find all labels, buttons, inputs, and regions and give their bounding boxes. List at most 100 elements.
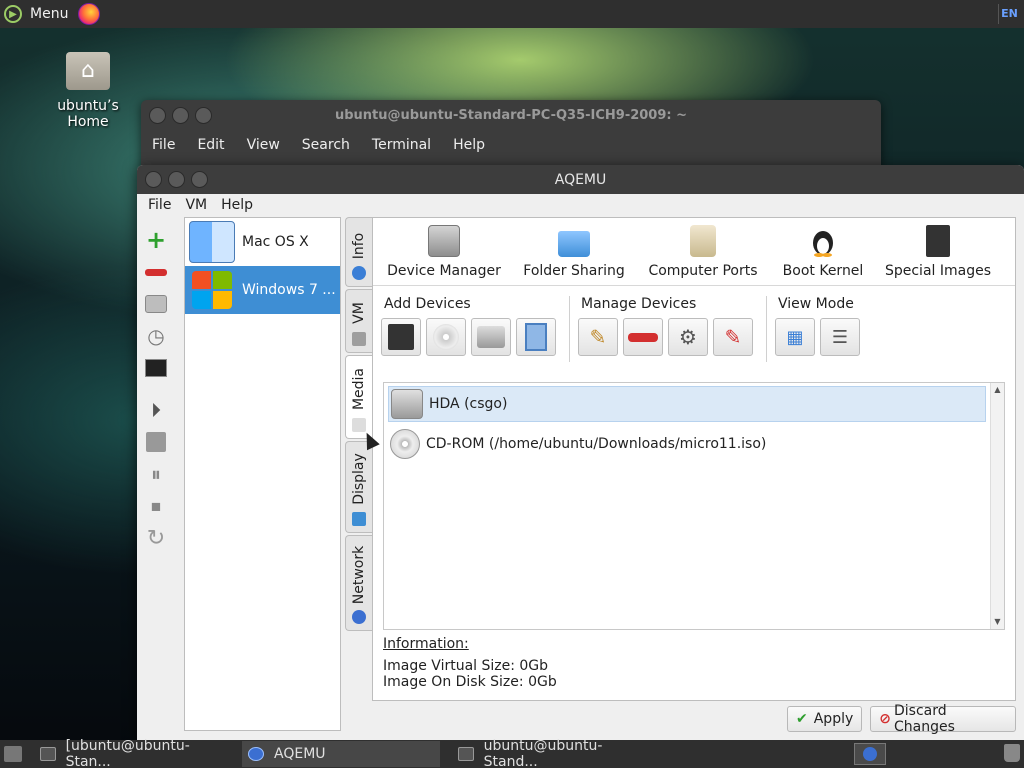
device-row-hda[interactable]: HDA (csgo) (388, 386, 986, 422)
icon-view-button[interactable]: ▦ (775, 318, 815, 356)
aqemu-close-button[interactable] (145, 171, 162, 188)
aqemu-menu-vm[interactable]: VM (185, 197, 207, 213)
edit-device-button[interactable]: ✎ (578, 318, 618, 356)
tab-info[interactable]: Info (345, 217, 372, 287)
terminal-menu-help[interactable]: Help (453, 137, 485, 153)
terminal-menu-terminal[interactable]: Terminal (372, 137, 431, 153)
tab-vm[interactable]: VM (345, 289, 372, 353)
taskbar-item-label: AQEMU (274, 746, 326, 762)
terminal-close-button[interactable] (149, 106, 166, 124)
pause-icon[interactable]: ⏸ (143, 461, 169, 487)
vm-list-item-macos[interactable]: Mac OS X (185, 218, 340, 266)
aqemu-titlebar[interactable]: AQEMU (137, 165, 1024, 194)
gear-icon: ⚙ (679, 325, 697, 349)
manage-devices-label: Manage Devices (581, 296, 697, 312)
image-virtual-size: Image Virtual Size: 0Gb (383, 658, 549, 674)
vm-list-item-label: Windows 7 ... (242, 282, 336, 298)
add-floppy-button[interactable] (381, 318, 421, 356)
cdrom-icon (390, 429, 420, 459)
terminal-maximize-button[interactable] (195, 106, 212, 124)
terminal-menu-edit[interactable]: Edit (197, 137, 224, 153)
image-disk-size: Image On Disk Size: 0Gb (383, 674, 557, 690)
aqemu-window: AQEMU File VM Help + ◷ ⏵ ⏸ ⏹ ↻ Mac OS X … (137, 165, 1024, 740)
discard-button-label: Discard Changes (894, 703, 955, 735)
trash-icon[interactable] (1004, 744, 1020, 762)
terminal-titlebar[interactable]: ubuntu@ubuntu-Standard-PC-Q35-ICH9-2009:… (141, 100, 881, 130)
tools-icon (352, 332, 366, 346)
taskbar-item-terminal-1[interactable]: [ubuntu@ubuntu-Stan... (34, 738, 230, 768)
grid-view-icon: ▦ (786, 326, 804, 348)
aqemu-menu-file[interactable]: File (148, 197, 171, 213)
media-panel: Device Manager Folder Sharing Computer P… (372, 217, 1016, 701)
hdd-icon (391, 389, 423, 419)
add-devices-group: Add Devices (381, 296, 570, 362)
stop-icon[interactable]: ⏹ (143, 493, 169, 519)
save-icon[interactable] (143, 429, 169, 455)
firefox-icon[interactable] (78, 3, 101, 25)
aqemu-maximize-button[interactable] (191, 171, 208, 188)
scroll-down-icon[interactable]: ▼ (991, 615, 1004, 629)
device-row-cdrom[interactable]: CD-ROM (/home/ubuntu/Downloads/micro11.i… (388, 426, 986, 462)
terminal-menu-view[interactable]: View (247, 137, 280, 153)
tab-boot-kernel[interactable]: Boot Kernel (773, 218, 873, 285)
remove-device-button[interactable] (623, 318, 663, 356)
main-menu-button[interactable]: ▶ Menu (0, 0, 68, 28)
tray-aqemu-icon[interactable] (854, 743, 886, 765)
clear-device-button[interactable]: ✎ (713, 318, 753, 356)
desktop-home-shortcut[interactable]: ubuntu’s Home (36, 52, 140, 130)
device-properties-button[interactable]: ⚙ (668, 318, 708, 356)
display-icon (352, 512, 366, 526)
cdrom-icon (433, 324, 459, 350)
tab-media[interactable]: Media (345, 355, 372, 439)
remove-icon (628, 332, 658, 342)
device-list-scrollbar[interactable]: ▲ ▼ (990, 383, 1004, 629)
media-icon (352, 418, 366, 432)
chip-icon (926, 225, 950, 257)
aqemu-menubar: File VM Help (137, 194, 1024, 216)
aqemu-minimize-button[interactable] (168, 171, 185, 188)
tab-computer-ports[interactable]: Computer Ports (633, 218, 773, 285)
check-icon: ✔ (796, 711, 808, 727)
add-cdrom-button[interactable] (426, 318, 466, 356)
device-list: HDA (csgo) CD-ROM (/home/ubuntu/Download… (383, 382, 1005, 630)
network-globe-icon (352, 610, 366, 624)
tab-display-label: Display (351, 453, 367, 505)
terminal-menu-search[interactable]: Search (302, 137, 350, 153)
keyboard-layout-indicator[interactable]: EN (998, 4, 1020, 24)
view-mode-label: View Mode (778, 296, 854, 312)
tab-folder-sharing-label: Folder Sharing (523, 263, 625, 279)
vm-list-item-windows7[interactable]: Windows 7 ... (185, 266, 340, 314)
apply-button[interactable]: ✔ Apply (787, 706, 863, 732)
reset-icon[interactable]: ↻ (143, 525, 169, 551)
tab-network[interactable]: Network (345, 535, 372, 631)
list-view-button[interactable]: ☰ (820, 318, 860, 356)
aqemu-menu-help[interactable]: Help (221, 197, 253, 213)
taskbar-item-terminal-2[interactable]: ubuntu@ubuntu-Stand... (452, 738, 652, 768)
clock-icon[interactable]: ◷ (143, 323, 169, 349)
add-storage-button[interactable] (516, 318, 556, 356)
play-icon[interactable]: ⏵ (143, 397, 169, 423)
scroll-up-icon[interactable]: ▲ (991, 383, 1004, 397)
tab-network-label: Network (351, 545, 367, 605)
tab-folder-sharing[interactable]: Folder Sharing (515, 218, 633, 285)
settings-vertical-tabs: Info VM Media Display Network (345, 217, 373, 633)
terminal-menubar: File Edit View Search Terminal Help (141, 130, 881, 160)
add-icon[interactable]: + (143, 226, 169, 254)
tab-device-manager[interactable]: Device Manager (373, 218, 515, 285)
tab-display[interactable]: Display (345, 441, 372, 533)
desktop-home-label: ubuntu’s Home (57, 98, 119, 130)
add-harddisk-button[interactable] (471, 318, 511, 356)
tab-device-manager-label: Device Manager (387, 263, 501, 279)
tab-computer-ports-label: Computer Ports (648, 263, 758, 279)
remove-icon[interactable] (143, 259, 169, 285)
discard-changes-button[interactable]: ⊘ Discard Changes (870, 703, 1016, 735)
cancel-icon: ⊘ (879, 711, 891, 727)
show-desktop-icon[interactable] (4, 746, 22, 762)
tab-special-images[interactable]: Special Images (873, 218, 1003, 285)
hdd-icon[interactable] (143, 291, 169, 317)
pencil-icon: ✎ (589, 325, 607, 349)
taskbar-item-aqemu[interactable]: AQEMU (242, 741, 440, 767)
terminal-icon[interactable] (143, 355, 169, 381)
terminal-minimize-button[interactable] (172, 106, 189, 124)
terminal-menu-file[interactable]: File (152, 137, 175, 153)
